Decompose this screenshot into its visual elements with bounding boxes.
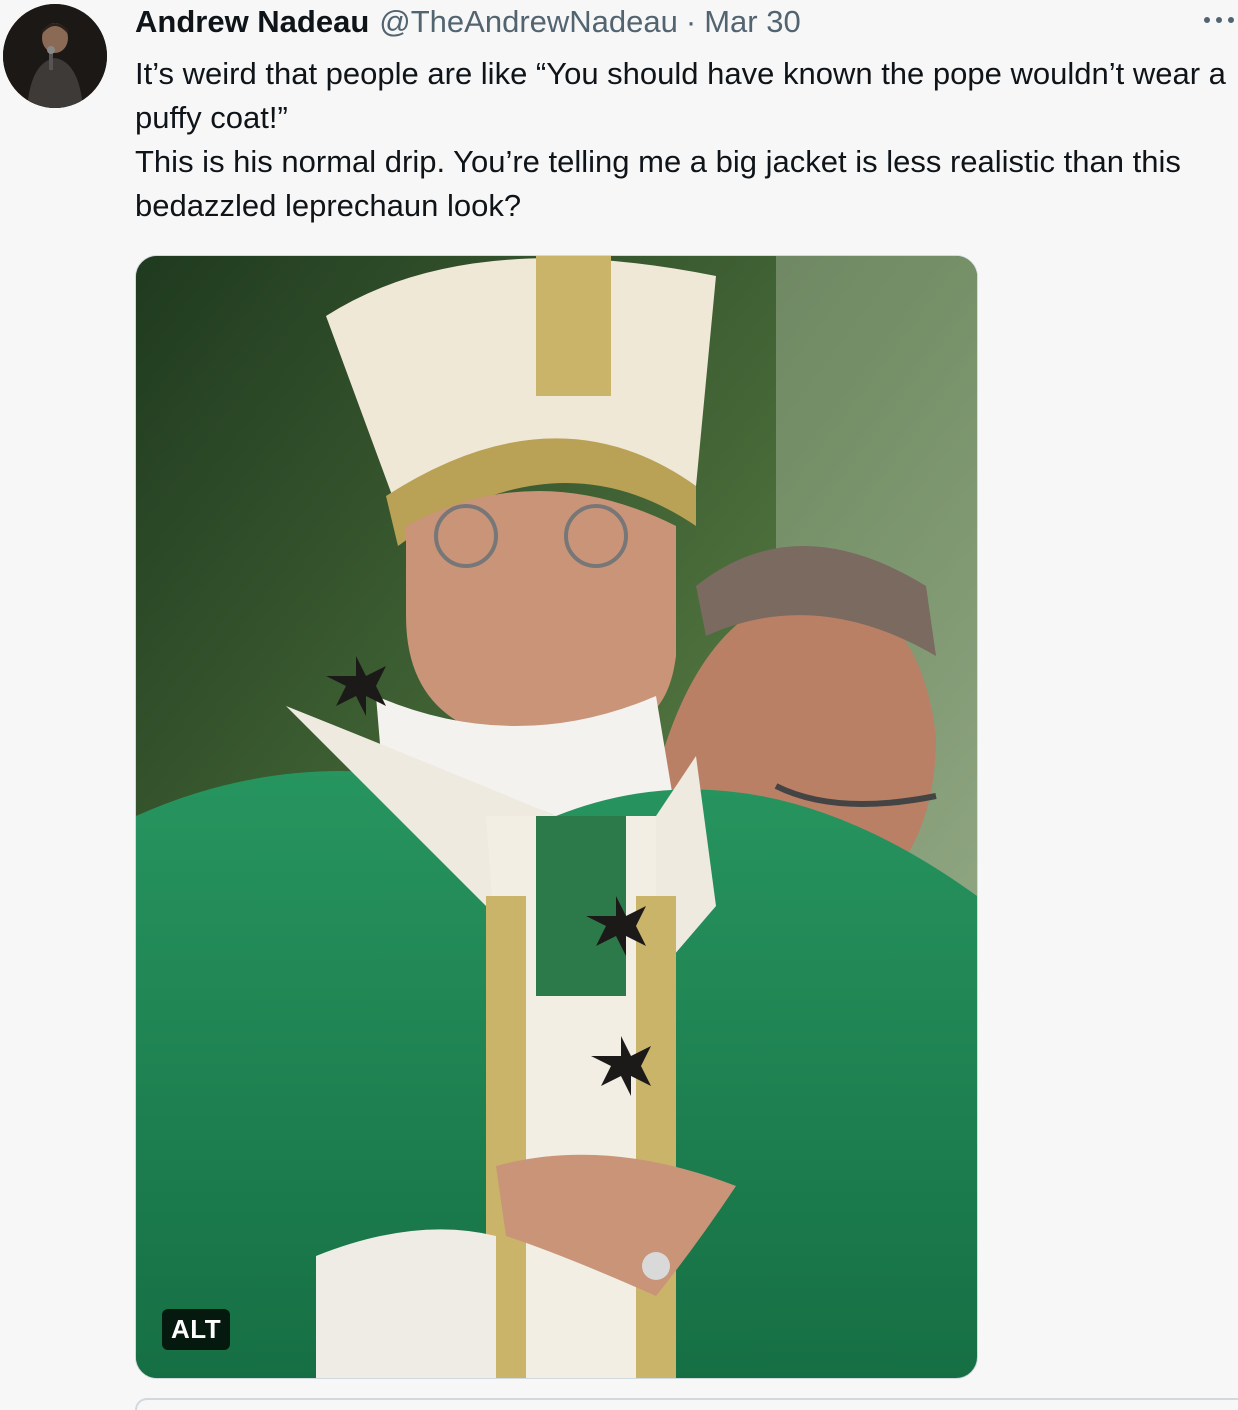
- tweet-text-line: It’s weird that people are like “You sho…: [135, 56, 1226, 135]
- author-handle[interactable]: @TheAndrewNadeau: [379, 4, 678, 40]
- tweet-header: Andrew Nadeau @TheAndrewNadeau · Mar 30: [135, 4, 801, 44]
- author-name[interactable]: Andrew Nadeau: [135, 4, 369, 40]
- tweet-media-image[interactable]: ALT: [135, 255, 978, 1379]
- separator-dot: ·: [685, 4, 697, 39]
- avatar[interactable]: [3, 4, 107, 108]
- more-horizontal-icon[interactable]: [1204, 10, 1234, 30]
- tweet-text-line: This is his normal drip. You’re telling …: [135, 144, 1181, 223]
- alt-badge[interactable]: ALT: [162, 1309, 231, 1350]
- tweet-date[interactable]: Mar 30: [704, 4, 800, 40]
- tweet: Andrew Nadeau @TheAndrewNadeau · Mar 30 …: [0, 0, 1238, 1410]
- next-card-border: [135, 1398, 1238, 1410]
- tweet-text: It’s weird that people are like “You sho…: [135, 52, 1235, 228]
